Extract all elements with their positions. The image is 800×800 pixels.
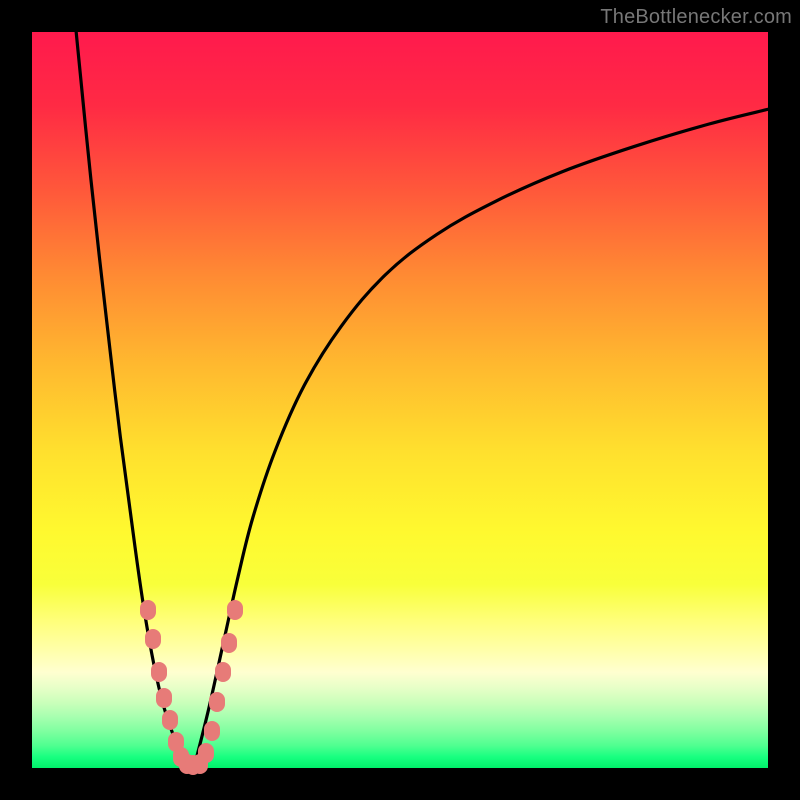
cluster-dot <box>204 721 220 741</box>
curve-layer <box>32 32 768 768</box>
cluster-dot <box>145 629 161 649</box>
plot-area <box>32 32 768 768</box>
attribution-text: TheBottlenecker.com <box>600 6 792 29</box>
cluster-dot <box>156 688 172 708</box>
cluster-dot <box>140 600 156 620</box>
curve-left <box>76 32 186 768</box>
cluster-dot <box>151 662 167 682</box>
cluster-dot <box>198 743 214 763</box>
chart-frame: TheBottlenecker.com <box>0 0 800 800</box>
cluster-dot <box>162 710 178 730</box>
curve-right <box>194 109 768 768</box>
cluster-dot <box>209 692 225 712</box>
cluster-dot <box>221 633 237 653</box>
cluster-dot <box>227 600 243 620</box>
cluster-dot <box>215 662 231 682</box>
